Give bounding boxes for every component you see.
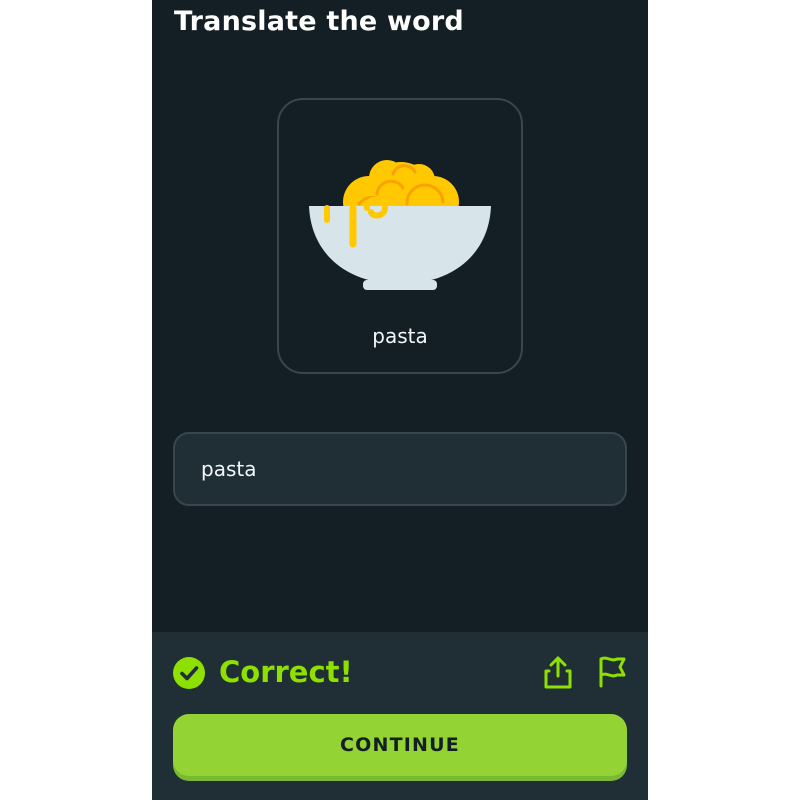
word-card: pasta — [277, 98, 523, 374]
check-circle-icon — [173, 657, 205, 689]
status-text: Correct! — [219, 655, 353, 689]
word-label: pasta — [372, 324, 428, 348]
feedback-panel: Correct! CONTINUE — [152, 632, 648, 800]
answer-input[interactable] — [173, 432, 627, 506]
flag-icon[interactable] — [596, 654, 628, 688]
share-icon[interactable] — [542, 654, 574, 690]
page-title: Translate the word — [174, 6, 464, 37]
pasta-bowl-icon — [309, 160, 491, 290]
lesson-screen: Translate the word pasta pasta Correct! … — [152, 0, 648, 800]
continue-button[interactable]: CONTINUE — [173, 714, 627, 776]
